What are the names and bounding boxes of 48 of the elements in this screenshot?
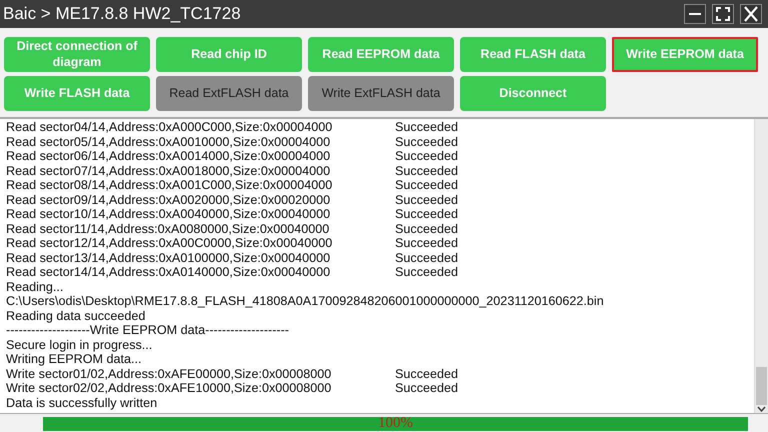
log-line: Read sector07/14,Address:0xA0018000,Size:0x00004000 — [6, 164, 332, 178]
log-line: Write sector01/02,Address:0xAFE00000,Size:0x00008000 — [6, 366, 332, 381]
log-line: Read sector10/14,Address:0xA0040000,Size:0x00040000 — [6, 207, 332, 222]
scrollbar[interactable] — [754, 119, 768, 413]
log-line: Read sector06/14,Address:0xA0014000,Size:0x00004000 — [6, 149, 332, 164]
log-line: --------------------Write EEPROM data-------------------- — [6, 323, 289, 338]
status-text: Succeeded — [395, 381, 458, 396]
log-line: Writing EEPROM data... — [6, 352, 142, 366]
status-text: Succeeded — [395, 207, 458, 222]
status-text: Succeeded — [395, 366, 458, 381]
log-line: Read sector12/14,Address:0xA00C0000,Size:0x00040000 — [6, 236, 334, 250]
log-line: Read sector08/14,Address:0xA001C000,Size:0x00004000 — [6, 178, 334, 192]
log-line: Read sector14/14,Address:0xA0140000,Size:0x00040000 — [6, 265, 332, 280]
action-button[interactable]: Read chip ID — [156, 37, 302, 72]
log-line: Read sector13/14,Address:0xA0100000,Size:0x00040000 — [6, 250, 332, 265]
status-text: Succeeded — [395, 164, 458, 178]
log-line: Read sector05/14,Address:0xA0010000,Size:0x00004000 — [6, 134, 332, 149]
progress-label: 100% — [377, 415, 414, 432]
action-button[interactable]: Write EEPROM data — [612, 37, 758, 72]
scrollbar-thumb[interactable] — [756, 367, 767, 405]
minimize-icon[interactable] — [684, 4, 706, 24]
status-text: Succeeded — [395, 236, 458, 250]
status-text: Succeeded — [395, 265, 458, 280]
log-line: Read sector09/14,Address:0xA0020000,Size:0x00020000 — [6, 192, 332, 207]
status-text: Succeeded — [395, 222, 458, 236]
status-text: Succeeded — [395, 134, 458, 149]
status-text: Succeeded — [395, 149, 458, 164]
log-line: Read sector04/14,Address:0xA000C000,Size:0x00004000 — [6, 120, 334, 134]
action-button[interactable]: Read EEPROM data — [308, 37, 454, 72]
action-button[interactable]: Write FLASH data — [4, 76, 150, 111]
log-line: C:\Users\odis\Desktop\RME17.8.8_FLASH_41808A0A170092848206001000000000_20231120160622.bin — [6, 294, 604, 308]
action-button[interactable]: Disconnect — [460, 76, 606, 111]
action-button[interactable]: Read FLASH data — [460, 37, 606, 72]
close-icon[interactable] — [740, 4, 762, 24]
log-line: Write sector02/02,Address:0xAFE10000,Size:0x00008000 — [6, 381, 332, 396]
status-text: Succeeded — [395, 178, 458, 192]
maximize-icon[interactable] — [712, 4, 734, 24]
scroll-down-icon[interactable] — [757, 405, 766, 413]
log-line: Reading data succeeded — [6, 308, 146, 323]
status-text: Succeeded — [395, 120, 458, 134]
action-button[interactable]: Direct connection of diagram — [4, 37, 150, 72]
status-text: Succeeded — [395, 250, 458, 265]
status-text: Succeeded — [395, 192, 458, 207]
log-line: Reading... — [6, 280, 64, 294]
log-line: Data is successfully written — [6, 396, 158, 410]
log-line: Secure login in progress... — [6, 338, 152, 352]
log-line: Read sector11/14,Address:0xA0080000,Size:0x00040000 — [6, 222, 330, 236]
window-title: Baic > ME17.8.8 HW2_TC1728 — [3, 4, 241, 24]
